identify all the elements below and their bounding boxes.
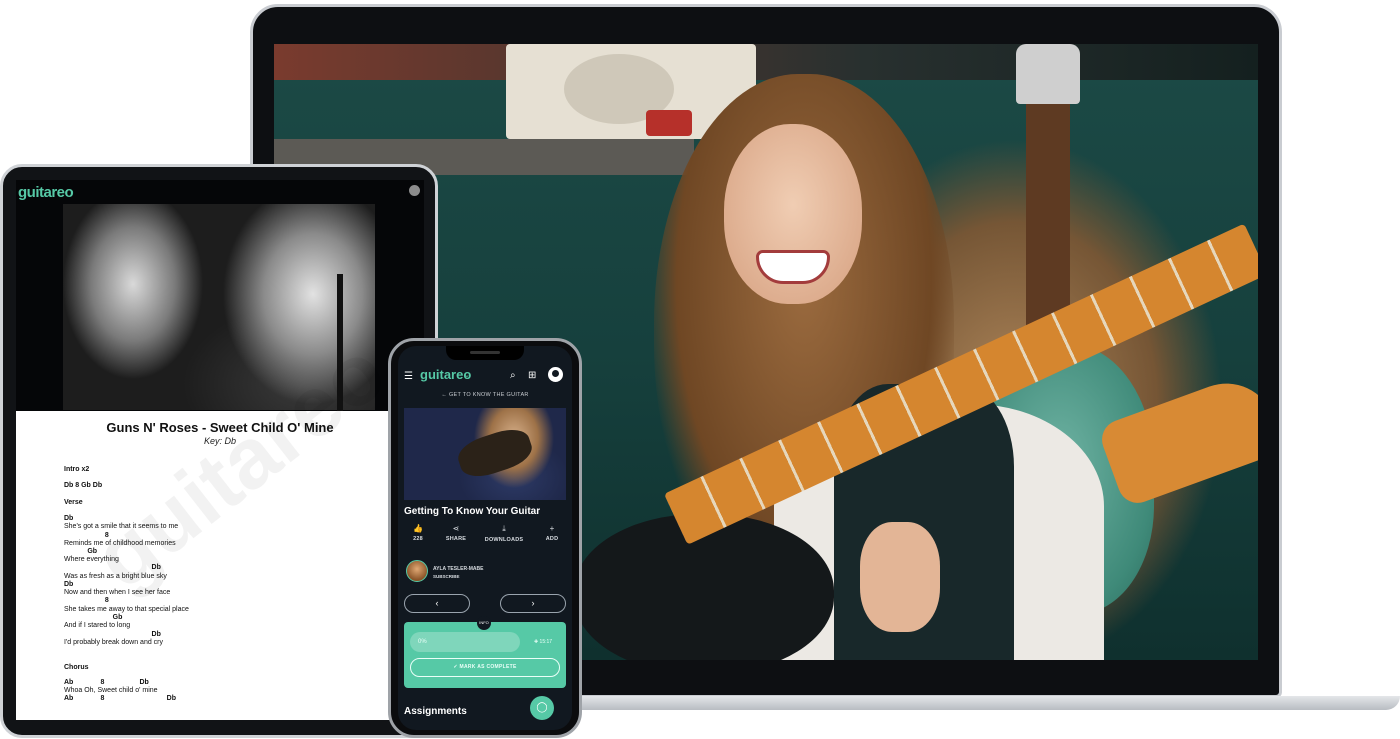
sheet-line: I'd probably break down and cry xyxy=(64,639,164,646)
sheet-line: 8 xyxy=(64,597,109,604)
red-amplifier xyxy=(646,110,692,136)
sheet-line: Chorus xyxy=(64,664,89,671)
like-button[interactable]: 👍 228 xyxy=(398,524,438,542)
sheet-line: Was as fresh as a bright blue sky xyxy=(64,573,167,580)
share-label: SHARE xyxy=(445,536,467,542)
tablet-logo[interactable]: guitareo xyxy=(18,184,74,201)
add-button[interactable]: + ADD xyxy=(532,524,572,542)
sheet-line: Ab 8 Db xyxy=(64,679,149,686)
chevron-left-icon: ‹ xyxy=(435,598,439,608)
menu-icon[interactable]: ☰ xyxy=(404,371,413,382)
sheet-line: She takes me away to that special place xyxy=(64,606,189,613)
sheet-line: Now and then when I see her face xyxy=(64,589,171,596)
tablet-screen: guitareo guitareo Guns N' Roses - Sweet … xyxy=(16,180,424,720)
sheet-line: Where everything xyxy=(64,556,119,563)
share-button[interactable]: ⋖ SHARE xyxy=(436,524,476,542)
info-badge[interactable]: INFO xyxy=(477,616,491,630)
song-key: Key: Db xyxy=(203,436,236,446)
subscribe-link[interactable]: SUBSCRIBE xyxy=(433,574,460,579)
sheet-line: Verse xyxy=(64,499,83,506)
sheet-line: Db xyxy=(64,564,161,571)
sheet-line: 8 xyxy=(64,532,109,539)
plus-icon: + xyxy=(549,524,555,533)
sheet-line: Whoa Oh, Sweet child o' mine xyxy=(64,687,158,694)
instructor-name[interactable]: AYLA TESLER-MABE xyxy=(433,566,483,572)
chevron-right-icon: › xyxy=(531,598,535,608)
share-icon: ⋖ xyxy=(452,524,460,533)
wall-background xyxy=(274,44,1258,80)
tablet-avatar[interactable] xyxy=(409,185,420,196)
downloads-button[interactable]: ⤓ DOWNLOADS xyxy=(484,524,524,543)
downloads-label: DOWNLOADS xyxy=(484,537,524,543)
user-avatar-icon[interactable] xyxy=(548,367,563,382)
search-icon[interactable]: ⌕ xyxy=(510,370,516,381)
assignments-heading: Assignments xyxy=(404,706,467,717)
sheet-line: Intro x2 xyxy=(64,466,90,473)
thumbs-up-icon: 👍 xyxy=(413,524,423,533)
sheet-line: Reminds me of childhood memories xyxy=(64,540,176,547)
sheet-line: Gb xyxy=(64,614,123,621)
phone-notch xyxy=(446,346,524,360)
practice-time-label: ✚ 15:17 xyxy=(533,639,553,645)
instructor-avatar[interactable] xyxy=(406,560,428,582)
progress-bar: 0% xyxy=(410,632,520,652)
sheet-line: Db xyxy=(64,581,74,588)
sheet-line: Db xyxy=(64,631,161,638)
chat-icon[interactable]: ◯ xyxy=(530,696,554,720)
sheet-line: Db xyxy=(64,515,74,522)
add-label: ADD xyxy=(545,536,559,542)
hanging-guitar-headstock xyxy=(1016,44,1080,104)
phone-screen: ☰ guitareo ⌄ ⌕ ⊞ ← GET TO KNOW THE GUITA… xyxy=(398,346,572,730)
next-lesson-button[interactable]: › xyxy=(500,594,566,613)
lesson-title: Getting To Know Your Guitar xyxy=(404,506,541,517)
back-link[interactable]: ← GET TO KNOW THE GUITAR xyxy=(398,392,572,398)
like-count: 228 xyxy=(413,536,423,542)
sheet-line: And if I stared to long xyxy=(64,622,131,629)
sheet-line: Db 8 Gb Db xyxy=(64,482,103,489)
speaker-grille xyxy=(470,351,500,354)
sheet-line: She's got a smile that it seems to me xyxy=(64,523,179,530)
song-sheet: guitareo Guns N' Roses - Sweet Child O' … xyxy=(16,323,424,720)
progress-label: 0% xyxy=(418,639,427,645)
previous-lesson-button[interactable]: ‹ xyxy=(404,594,470,613)
fretting-hand xyxy=(860,522,940,632)
sheet-line: Ab 8 Db xyxy=(64,695,177,702)
chevron-down-icon[interactable]: ⌄ xyxy=(464,371,470,379)
gift-icon[interactable]: ⊞ xyxy=(528,370,536,381)
mark-as-complete-button[interactable]: ✓ MARK AS COMPLETE xyxy=(410,658,560,677)
sheet-line: Gb xyxy=(64,548,98,555)
download-icon: ⤓ xyxy=(502,524,506,533)
song-title: Guns N' Roses - Sweet Child O' Mine xyxy=(106,420,334,435)
